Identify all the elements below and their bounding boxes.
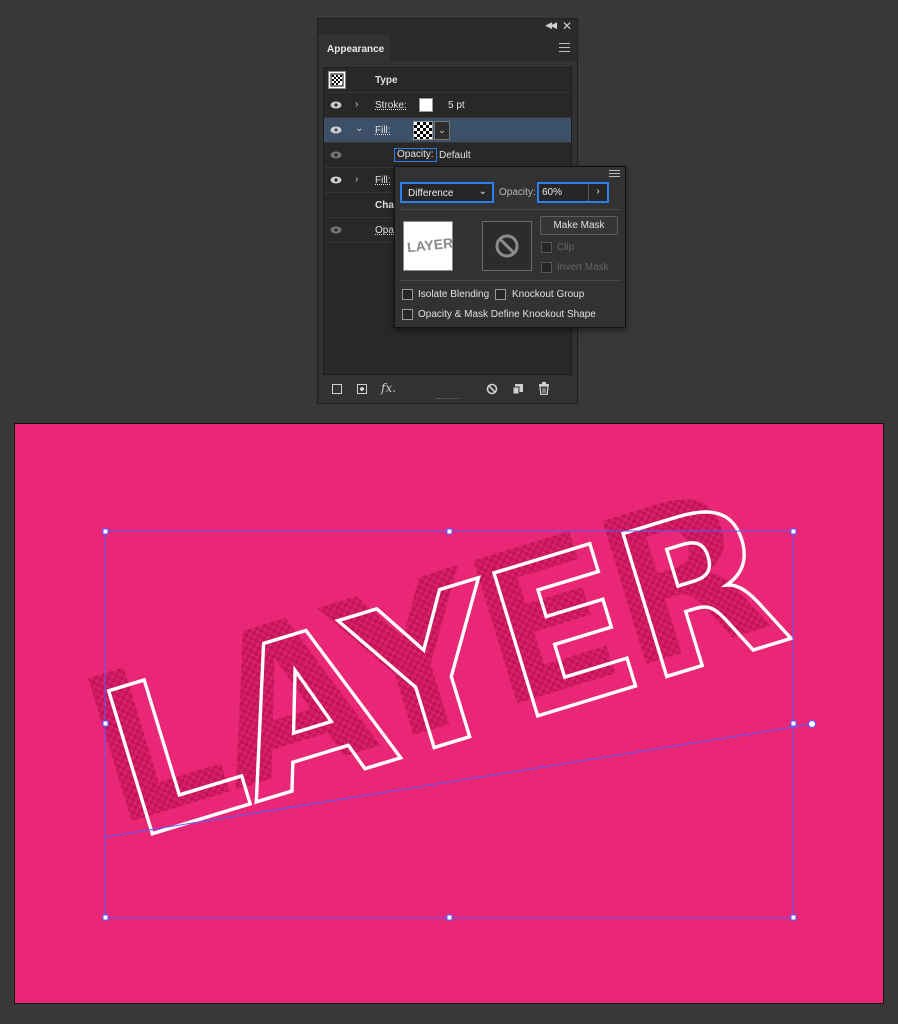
make-mask-button[interactable]: Make Mask bbox=[540, 216, 618, 235]
handle[interactable] bbox=[102, 528, 109, 535]
close-icon[interactable]: ✕ bbox=[562, 19, 572, 33]
row-type-label: Type bbox=[375, 75, 398, 86]
prohibited-icon bbox=[495, 234, 519, 258]
row-fill-opacity[interactable]: Opacity: Default bbox=[324, 143, 571, 168]
fx-icon[interactable]: fx. bbox=[381, 381, 396, 395]
isolate-blending-label: Isolate Blending bbox=[418, 289, 490, 300]
popup-menu-icon[interactable] bbox=[609, 170, 620, 179]
clear-appearance-icon[interactable] bbox=[486, 383, 498, 395]
duplicate-item-icon[interactable] bbox=[512, 383, 524, 395]
opacity-field-value[interactable]: 60% bbox=[542, 187, 562, 198]
type-thumbnail bbox=[328, 71, 346, 89]
opacity-field[interactable]: 60% › bbox=[537, 182, 609, 203]
thumbnail-text: LAYER bbox=[406, 234, 454, 256]
clip-label: Clip bbox=[557, 242, 575, 253]
artboard[interactable]: LAYER LAYER bbox=[14, 423, 884, 1004]
row-fill-2-label[interactable]: Fill: bbox=[375, 175, 391, 186]
chevron-down-icon[interactable]: ⌄ bbox=[434, 121, 450, 140]
handle[interactable] bbox=[790, 720, 797, 727]
object-thumbnail[interactable]: LAYER bbox=[403, 221, 454, 271]
invert-mask-label: Invert Mask bbox=[557, 262, 609, 273]
eye-icon[interactable] bbox=[330, 176, 342, 184]
row-type[interactable]: Type bbox=[324, 68, 571, 93]
opacity-link[interactable]: Opacity: bbox=[394, 148, 437, 162]
divider bbox=[399, 280, 621, 281]
row-fill-label[interactable]: Fill: bbox=[375, 125, 391, 136]
handle[interactable] bbox=[102, 914, 109, 921]
delete-icon[interactable] bbox=[538, 382, 550, 395]
opacity-mask-knockout-checkbox[interactable] bbox=[402, 309, 413, 320]
handle[interactable] bbox=[790, 914, 797, 921]
panel-menu-icon[interactable] bbox=[559, 43, 570, 52]
checker-thumbnail-icon bbox=[330, 73, 344, 87]
knockout-group-checkbox[interactable] bbox=[495, 289, 506, 300]
baseline-handle[interactable] bbox=[808, 720, 816, 728]
opacity-value: Default bbox=[439, 150, 471, 161]
eye-icon[interactable] bbox=[330, 101, 342, 109]
fill-pattern-swatch[interactable] bbox=[413, 121, 433, 140]
handle[interactable] bbox=[446, 914, 453, 921]
row-stroke[interactable]: › Stroke: 5 pt bbox=[324, 93, 571, 118]
layer-text-group[interactable]: LAYER LAYER bbox=[59, 439, 811, 890]
row-stroke-label[interactable]: Stroke: bbox=[375, 100, 407, 111]
panel-title-bar: ◀◀ ✕ bbox=[318, 19, 577, 35]
blend-mode-select[interactable]: Difference ⌄ bbox=[400, 182, 494, 203]
handle[interactable] bbox=[446, 528, 453, 535]
isolate-blending-checkbox[interactable] bbox=[402, 289, 413, 300]
transparency-popup: Difference ⌄ Opacity: 60% › LAYER Make M… bbox=[394, 166, 626, 328]
panel-tabbar: Appearance bbox=[318, 35, 577, 61]
eye-icon[interactable] bbox=[330, 226, 342, 234]
chevron-down-icon[interactable]: ⌄ bbox=[355, 123, 363, 134]
tab-appearance[interactable]: Appearance bbox=[318, 35, 390, 61]
new-stroke-icon[interactable] bbox=[332, 384, 342, 394]
clip-checkbox[interactable] bbox=[541, 242, 552, 253]
panel-footer: fx. bbox=[318, 375, 577, 403]
opacity-label: Opacity: bbox=[499, 187, 536, 198]
collapse-icon[interactable]: ◀◀ bbox=[545, 20, 557, 31]
chevron-right-icon[interactable]: › bbox=[355, 99, 358, 110]
eye-icon[interactable] bbox=[330, 126, 342, 134]
resize-grip[interactable] bbox=[436, 398, 460, 401]
artboard-canvas: LAYER LAYER bbox=[59, 439, 816, 921]
stroke-color-swatch[interactable] bbox=[419, 98, 433, 112]
handle[interactable] bbox=[790, 528, 797, 535]
stroke-weight-value[interactable]: 5 pt bbox=[448, 100, 465, 111]
divider bbox=[399, 209, 621, 210]
handle[interactable] bbox=[102, 720, 109, 727]
chevron-right-icon[interactable]: › bbox=[355, 174, 358, 185]
mask-thumbnail[interactable] bbox=[482, 221, 532, 271]
chevron-right-icon[interactable]: › bbox=[588, 184, 607, 201]
blend-mode-value: Difference bbox=[408, 188, 454, 199]
eye-icon[interactable] bbox=[330, 151, 342, 159]
row-fill-selected[interactable]: ⌄ Fill: ⌄ bbox=[324, 118, 571, 143]
new-fill-icon[interactable] bbox=[357, 384, 367, 394]
chevron-down-icon: ⌄ bbox=[478, 186, 487, 197]
invert-mask-checkbox[interactable] bbox=[541, 262, 552, 273]
layer-text-outline: LAYER bbox=[80, 457, 809, 886]
opacity-mask-knockout-label: Opacity & Mask Define Knockout Shape bbox=[418, 309, 596, 320]
knockout-group-label: Knockout Group bbox=[512, 289, 585, 300]
